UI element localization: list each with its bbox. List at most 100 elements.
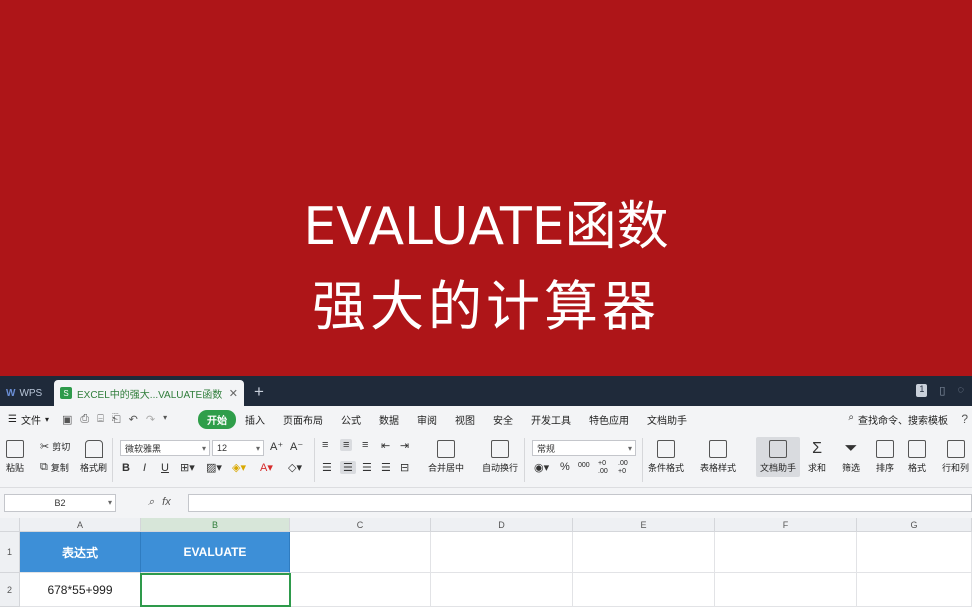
align-bottom-icon[interactable]: ≡ — [362, 439, 368, 451]
column-header-b[interactable]: B — [141, 518, 290, 532]
percent-button[interactable]: % — [560, 461, 570, 473]
italic-button[interactable]: I — [143, 462, 146, 474]
menu-data[interactable]: 数据 — [370, 412, 408, 427]
formula-input[interactable] — [188, 494, 972, 512]
table-style-button[interactable]: 表格样式 — [700, 440, 736, 474]
underline-button[interactable]: U — [161, 462, 169, 474]
cell-b2[interactable] — [140, 573, 291, 607]
wps-home-tab[interactable]: W WPS — [0, 380, 50, 406]
paste-button[interactable]: 粘贴 — [6, 440, 24, 474]
font-family-select[interactable]: 微软雅黑 — [120, 440, 210, 456]
clear-format-icon[interactable]: ◇▾ — [288, 461, 302, 474]
cell-style-icon[interactable]: ▨▾ — [206, 461, 222, 474]
decrease-decimal-button[interactable]: .00 +0 — [618, 460, 634, 476]
sort-button[interactable]: 排序 — [876, 440, 894, 474]
menu-features[interactable]: 特色应用 — [580, 412, 638, 427]
column-header-c[interactable]: C — [290, 518, 431, 532]
undo-icon[interactable]: ↶ — [129, 413, 138, 426]
menu-formulas[interactable]: 公式 — [332, 412, 370, 427]
file-menu[interactable]: ☰ 文件 ▾ — [0, 412, 62, 427]
cell-e2[interactable] — [573, 573, 715, 607]
cell-d2[interactable] — [431, 573, 573, 607]
cell-g2[interactable] — [857, 573, 972, 607]
skin-icon[interactable]: ◌ — [957, 384, 964, 397]
column-header-d[interactable]: D — [431, 518, 573, 532]
new-tab-button[interactable]: + — [254, 382, 264, 402]
help-icon[interactable]: ? — [961, 412, 968, 426]
column-header-g[interactable]: G — [857, 518, 972, 532]
align-left-icon[interactable]: ☰ — [322, 461, 332, 474]
name-box[interactable]: B2 — [4, 494, 116, 512]
copy-button[interactable]: ⧉ 复制 — [40, 461, 69, 474]
increase-font-icon[interactable]: A⁺ — [270, 440, 283, 453]
sum-button[interactable]: Σ 求和 — [808, 440, 826, 474]
row-header-2[interactable]: 2 — [0, 573, 20, 607]
doc-assistant-button[interactable]: 文档助手 — [756, 437, 801, 477]
bold-button[interactable]: B — [122, 462, 130, 474]
menu-security[interactable]: 安全 — [484, 412, 522, 427]
align-middle-icon[interactable]: ≡ — [340, 439, 353, 451]
format-icon — [908, 440, 926, 458]
menu-review[interactable]: 审阅 — [408, 412, 446, 427]
wps-tab-label: WPS — [19, 387, 43, 399]
format-button[interactable]: 格式 — [908, 440, 926, 474]
more-icon[interactable]: ▾ — [163, 413, 167, 426]
currency-icon[interactable]: ◉▾ — [534, 461, 549, 474]
export-icon[interactable]: ⎗ — [112, 413, 121, 426]
cell-b1[interactable]: EVALUATE — [141, 532, 290, 573]
filter-button[interactable]: ⏷ 筛选 — [842, 440, 860, 474]
border-icon[interactable]: ⊞▾ — [180, 461, 195, 474]
distribute-icon[interactable]: ⊟ — [400, 461, 409, 474]
thousands-button[interactable]: 000 — [578, 462, 590, 469]
menu-page-layout[interactable]: 页面布局 — [274, 412, 332, 427]
align-center-icon[interactable]: ☰ — [340, 461, 356, 474]
column-header-f[interactable]: F — [715, 518, 857, 532]
wrap-text-button[interactable]: 自动换行 — [482, 440, 518, 474]
conditional-format-button[interactable]: 条件格式 — [648, 440, 684, 474]
fill-color-icon[interactable]: ◈▾ — [232, 461, 246, 474]
format-painter-button[interactable]: 格式刷 — [80, 440, 107, 474]
document-tab[interactable]: S EXCEL中的强大...VALUATE函数 ✕ — [54, 380, 244, 406]
menu-doc-assistant[interactable]: 文档助手 — [638, 412, 696, 427]
zoom-icon[interactable]: ⌕ — [148, 496, 154, 509]
print-preview-icon[interactable]: ⎙ — [80, 413, 89, 426]
cell-g1[interactable] — [857, 532, 972, 573]
decrease-font-icon[interactable]: A⁻ — [290, 440, 303, 453]
align-top-icon[interactable]: ≡ — [322, 439, 328, 451]
cut-button[interactable]: ✂ 剪切 — [40, 440, 70, 453]
redo-icon[interactable]: ↷ — [146, 413, 155, 426]
cell-c2[interactable] — [291, 573, 431, 607]
cell-a2[interactable]: 678*55+999 — [20, 573, 141, 607]
cell-f2[interactable] — [715, 573, 857, 607]
cell-f1[interactable] — [715, 532, 857, 573]
cell-c1[interactable] — [290, 532, 431, 573]
column-header-e[interactable]: E — [573, 518, 715, 532]
row-column-button[interactable]: 行和列 — [942, 440, 969, 474]
close-tab-icon[interactable]: ✕ — [229, 387, 238, 400]
layout-icon[interactable]: ▯ — [939, 384, 945, 397]
increase-decimal-button[interactable]: +0 .00 — [598, 460, 614, 476]
menu-insert[interactable]: 插入 — [236, 412, 274, 427]
merge-center-button[interactable]: 合并居中 — [428, 440, 464, 474]
cell-d1[interactable] — [431, 532, 573, 573]
row-header-1[interactable]: 1 — [0, 532, 20, 573]
menu-home[interactable]: 开始 — [198, 409, 236, 429]
window-count-badge[interactable]: 1 — [916, 384, 928, 397]
number-format-select[interactable]: 常规 — [532, 440, 636, 456]
fx-icon[interactable]: fx — [162, 496, 171, 509]
cell-a1[interactable]: 表达式 — [20, 532, 141, 573]
font-color-icon[interactable]: A▾ — [260, 461, 273, 474]
cell-e1[interactable] — [573, 532, 715, 573]
justify-icon[interactable]: ☰ — [381, 461, 391, 474]
font-size-select[interactable]: 12 — [212, 440, 264, 456]
indent-increase-icon[interactable]: ⇥ — [400, 439, 409, 452]
indent-decrease-icon[interactable]: ⇤ — [381, 439, 390, 452]
align-right-icon[interactable]: ☰ — [362, 461, 372, 474]
column-header-a[interactable]: A — [20, 518, 141, 532]
save-icon[interactable]: ▣ — [62, 413, 72, 426]
select-all-corner[interactable] — [0, 518, 20, 532]
menu-view[interactable]: 视图 — [446, 412, 484, 427]
menu-developer[interactable]: 开发工具 — [522, 412, 580, 427]
command-search[interactable]: ⌕ 查找命令、搜索模板 — [848, 412, 972, 427]
print-icon[interactable]: ⌸ — [97, 413, 104, 426]
